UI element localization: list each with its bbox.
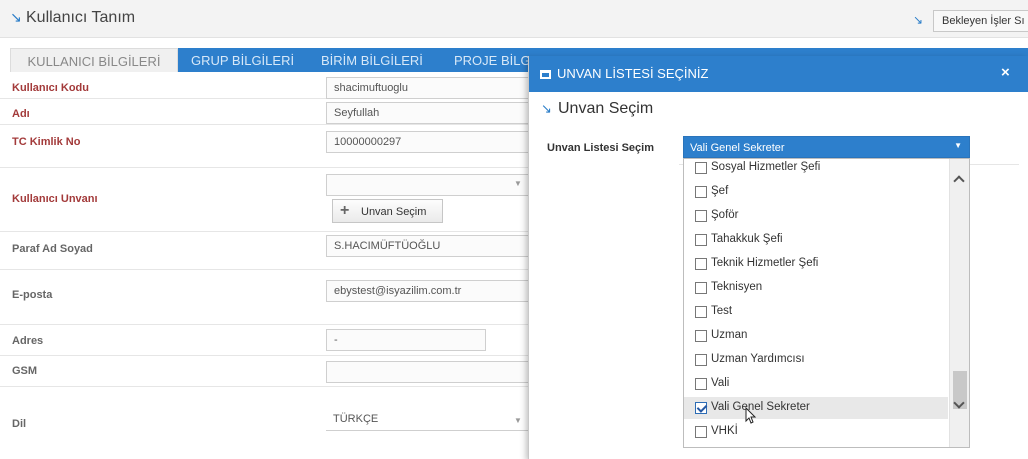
field-label: TC Kimlik No [12, 136, 81, 148]
checkbox-checked-icon[interactable] [695, 402, 707, 414]
option-label: Şoför [711, 209, 739, 221]
pending-arrow-icon: ↘ [913, 13, 924, 27]
page-header: ↘ Kullanıcı Tanım ↘ Bekleyen İşler Sı [0, 0, 1028, 38]
option-label: Uzman [711, 329, 748, 341]
option-label: Teknisyen [711, 281, 763, 293]
checkbox-icon[interactable] [695, 258, 707, 270]
select-value: Vali Genel Sekreter [690, 142, 785, 154]
select-label: Unvan Listesi Seçim [547, 142, 654, 154]
collapse-arrow-icon[interactable]: ↘ [541, 102, 552, 117]
plus-icon: + [340, 202, 350, 219]
tab-birim-bilgileri[interactable]: BİRİM BİLGİLERİ [321, 48, 423, 72]
dropdown-option[interactable]: Vali Genel Sekreter [684, 397, 948, 419]
paraf-field[interactable]: S.HACIMÜFTÜOĞLU [326, 235, 530, 257]
row-gsm: GSM [0, 356, 530, 387]
section-title: Unvan Seçim [558, 100, 654, 117]
unvan-secim-button[interactable]: + Unvan Seçim [332, 199, 443, 223]
tab-proje-bilgileri[interactable]: PROJE BİLGİ [454, 48, 528, 72]
tab-grup-bilgileri[interactable]: GRUP BİLGİLERİ [191, 48, 294, 72]
checkbox-icon[interactable] [695, 162, 707, 174]
option-label: Test [711, 305, 733, 317]
field-label: Paraf Ad Soyad [12, 243, 93, 255]
unvan-modal: UNVAN LİSTESİ SEÇİNİZ × ↘ Unvan Seçim Un… [528, 56, 1028, 459]
row-tc-kimlik: TC Kimlik No 10000000297 [0, 125, 530, 168]
modal-header: UNVAN LİSTESİ SEÇİNİZ × [529, 56, 1028, 92]
option-label: Sosyal Hizmetler Şefi [711, 161, 821, 173]
dropdown-option[interactable]: VHKİ [684, 421, 948, 443]
dropdown-option[interactable]: Teknik Hizmetler Şefi [684, 253, 948, 275]
field-label: Kullanıcı Unvanı [12, 193, 98, 205]
dropdown-option[interactable]: Şoför [684, 205, 948, 227]
checkbox-icon[interactable] [695, 306, 707, 318]
unvan-dropdown-list: Sosyal Hizmetler Şefi Şef Şoför Tahakkuk Şe… [683, 158, 970, 448]
chevron-down-icon: ▼ [514, 416, 522, 425]
pending-tasks-button[interactable]: Bekleyen İşler Sı [933, 10, 1028, 32]
option-label: Vali [711, 377, 730, 389]
dropdown-option[interactable]: Uzman Yardımcısı [684, 349, 948, 371]
mouse-cursor-icon [745, 407, 757, 424]
caret-down-icon: ▼ [954, 141, 962, 150]
tab-kullanici-bilgileri[interactable]: KULLANICI BİLGİLERİ [10, 48, 178, 72]
dropdown-option[interactable]: Tahakkuk Şefi [684, 229, 948, 251]
dropdown-option[interactable]: Test [684, 301, 948, 323]
first-name-field[interactable]: Seyfullah [326, 102, 530, 124]
window-icon [540, 70, 551, 79]
checkbox-icon[interactable] [695, 354, 707, 366]
unvan-secim-label: Unvan Seçim [361, 206, 427, 218]
close-icon[interactable]: × [1001, 64, 1010, 81]
dropdown-option[interactable]: Şef [684, 181, 948, 203]
dropdown-option[interactable]: Uzman [684, 325, 948, 347]
row-dil: Dil TÜRKÇE ▼ [0, 387, 530, 459]
tc-id-field[interactable]: 10000000297 [326, 131, 530, 153]
dropdown-scrollbar[interactable] [949, 159, 969, 447]
checkbox-icon[interactable] [695, 210, 707, 222]
option-label: Uzman Yardımcısı [711, 353, 805, 365]
checkbox-icon[interactable] [695, 234, 707, 246]
field-label: Kullanıcı Kodu [12, 82, 89, 94]
option-label: Vali Genel Sekreter [711, 401, 810, 413]
checkbox-icon[interactable] [695, 426, 707, 438]
checkbox-icon[interactable] [695, 330, 707, 342]
option-label: VHKİ [711, 425, 738, 437]
language-select[interactable]: TÜRKÇE [326, 409, 530, 431]
collapse-arrow-icon[interactable]: ↘ [10, 10, 22, 26]
field-label: Adres [12, 335, 44, 347]
option-label: Tahakkuk Şefi [711, 233, 783, 245]
page-title: Kullanıcı Tanım [26, 9, 136, 26]
checkbox-icon[interactable] [695, 282, 707, 294]
gsm-field[interactable] [326, 361, 530, 383]
scroll-up-icon[interactable] [953, 175, 965, 187]
page: ↘ Kullanıcı Tanım ↘ Bekleyen İşler Sı KU… [0, 0, 1028, 459]
dropdown-option[interactable]: Vali [684, 373, 948, 395]
field-label: GSM [12, 365, 38, 377]
field-label: E-posta [12, 289, 53, 301]
row-paraf: Paraf Ad Soyad S.HACIMÜFTÜOĞLU [0, 232, 530, 270]
chevron-down-icon: ▼ [514, 179, 522, 188]
modal-title: UNVAN LİSTESİ SEÇİNİZ [557, 66, 709, 81]
unvan-listesi-select[interactable]: Vali Genel Sekreter ▼ [683, 136, 970, 158]
dropdown-option[interactable]: Teknisyen [684, 277, 948, 299]
row-adi: Adı Seyfullah [0, 99, 530, 125]
option-label: Teknik Hizmetler Şefi [711, 257, 819, 269]
checkbox-icon[interactable] [695, 378, 707, 390]
dropdown-option[interactable]: Sosyal Hizmetler Şefi [684, 159, 948, 179]
user-code-field[interactable]: shacimuftuoglu [326, 77, 530, 99]
row-adres: Adres - [0, 325, 530, 356]
email-field[interactable]: ebystest@isyazilim.com.tr [326, 280, 530, 302]
field-label: Adı [12, 108, 30, 120]
row-kullanici-unvani: Kullanıcı Unvanı ▼ + Unvan Seçim [0, 168, 530, 232]
address-field[interactable]: - [326, 329, 486, 351]
checkbox-icon[interactable] [695, 186, 707, 198]
row-kullanici-kodu: Kullanıcı Kodu shacimuftuoglu [0, 77, 530, 99]
option-label: Şef [711, 185, 729, 197]
title-select[interactable] [326, 174, 530, 196]
field-label: Dil [12, 418, 27, 430]
row-eposta: E-posta ebystest@isyazilim.com.tr [0, 270, 530, 325]
